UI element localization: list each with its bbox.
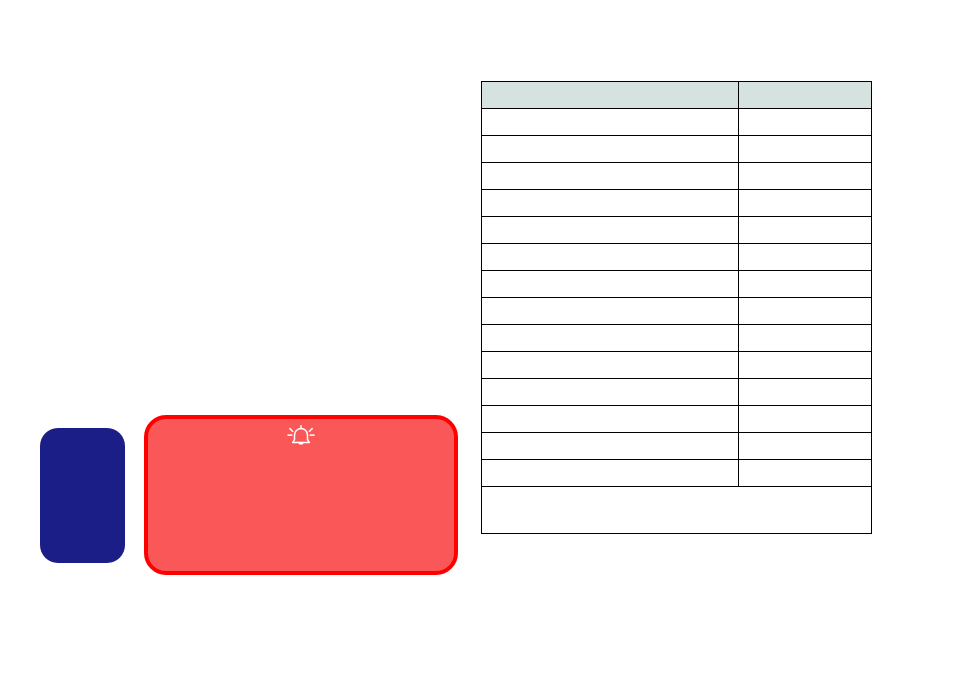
table-footer-row [482,487,872,534]
table-cell [738,325,871,352]
table-cell [482,217,739,244]
table-row [482,244,872,271]
table-row [482,406,872,433]
table-row [482,433,872,460]
table-cell [482,433,739,460]
table-header-cell [738,82,871,109]
table-row [482,460,872,487]
table-cell [482,136,739,163]
table-cell [738,271,871,298]
table-footer-cell [482,487,872,534]
data-table [481,81,872,534]
table-cell [738,298,871,325]
table-row [482,271,872,298]
canvas [0,0,954,673]
table-cell [482,163,739,190]
alert-panel [144,415,458,575]
blue-panel [40,428,125,563]
table-cell [482,244,739,271]
table-row [482,109,872,136]
table-cell [738,433,871,460]
table-cell [482,109,739,136]
table-row [482,352,872,379]
table-cell [738,163,871,190]
table-row [482,379,872,406]
table-cell [482,271,739,298]
table-row [482,163,872,190]
table-cell [482,298,739,325]
table-row [482,298,872,325]
table-cell [738,109,871,136]
table-body [482,109,872,534]
table-cell [738,244,871,271]
table-cell [738,136,871,163]
table-header-cell [482,82,739,109]
table-cell [738,460,871,487]
table-cell [482,406,739,433]
table-header-row [482,82,872,109]
table-row [482,217,872,244]
table-cell [738,217,871,244]
bell-alert-icon [286,423,316,449]
table-cell [482,379,739,406]
table-cell [738,406,871,433]
table-row [482,190,872,217]
table-cell [738,352,871,379]
table-cell [482,460,739,487]
table-cell [482,325,739,352]
table-cell [482,190,739,217]
table-row [482,136,872,163]
table-cell [738,190,871,217]
table-cell [482,352,739,379]
table-cell [738,379,871,406]
table-row [482,325,872,352]
